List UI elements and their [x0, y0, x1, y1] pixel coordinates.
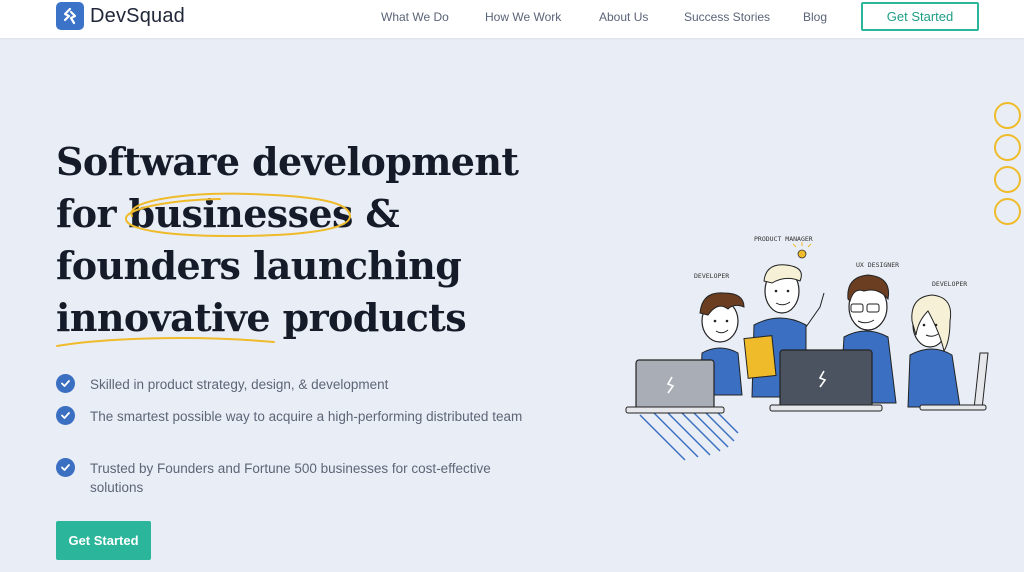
hero-title-line-3: founders launching — [56, 243, 462, 288]
logo[interactable]: DevSquad — [56, 2, 185, 30]
label-ux-designer: UX DESIGNER — [856, 261, 899, 269]
check-icon — [56, 406, 75, 425]
feature-text: Skilled in product strategy, design, & d… — [90, 377, 389, 392]
nav-link-blog[interactable]: Blog — [803, 10, 827, 24]
nav-link-how-we-work[interactable]: How We Work — [485, 10, 561, 24]
devsquad-logo-icon — [56, 2, 84, 30]
brand-name: DevSquad — [90, 4, 185, 27]
hero-get-started-button[interactable]: Get Started — [56, 521, 151, 560]
nav-link-success-stories[interactable]: Success Stories — [684, 10, 770, 24]
nav-link-about-us[interactable]: About Us — [599, 10, 648, 24]
circle-decoration-icon — [994, 166, 1021, 193]
circle-decoration-icon — [994, 102, 1021, 129]
nav-link-what-we-do[interactable]: What We Do — [381, 10, 449, 24]
developer-right-figure — [907, 294, 961, 408]
hero-title-line-1: Software development — [56, 139, 519, 184]
nav-get-started-button[interactable]: Get Started — [861, 2, 979, 31]
label-developer-left: DEVELOPER — [694, 272, 729, 280]
laptop-left — [625, 359, 725, 414]
check-icon — [56, 374, 75, 393]
label-product-manager: PRODUCT MANAGER — [754, 235, 813, 243]
team-illustration: PRODUCT MANAGER DEVELOPER UX DESIGNER DE… — [625, 235, 989, 461]
lightbulb-icon — [792, 242, 812, 259]
check-icon — [56, 458, 75, 477]
feature-text: Trusted by Founders and Fortune 500 busi… — [90, 461, 491, 495]
label-developer-right: DEVELOPER — [932, 280, 967, 288]
feature-text: The smartest possible way to acquire a h… — [90, 409, 523, 424]
businesses-highlight-ellipse — [125, 192, 352, 238]
hatch-shadow — [639, 406, 739, 461]
circle-decoration-icon — [994, 198, 1021, 225]
top-navbar: DevSquad What We Do How We Work About Us… — [0, 0, 1024, 38]
innovative-underline — [56, 337, 275, 347]
laptop-center — [769, 349, 883, 412]
circle-decoration-icon — [994, 134, 1021, 161]
